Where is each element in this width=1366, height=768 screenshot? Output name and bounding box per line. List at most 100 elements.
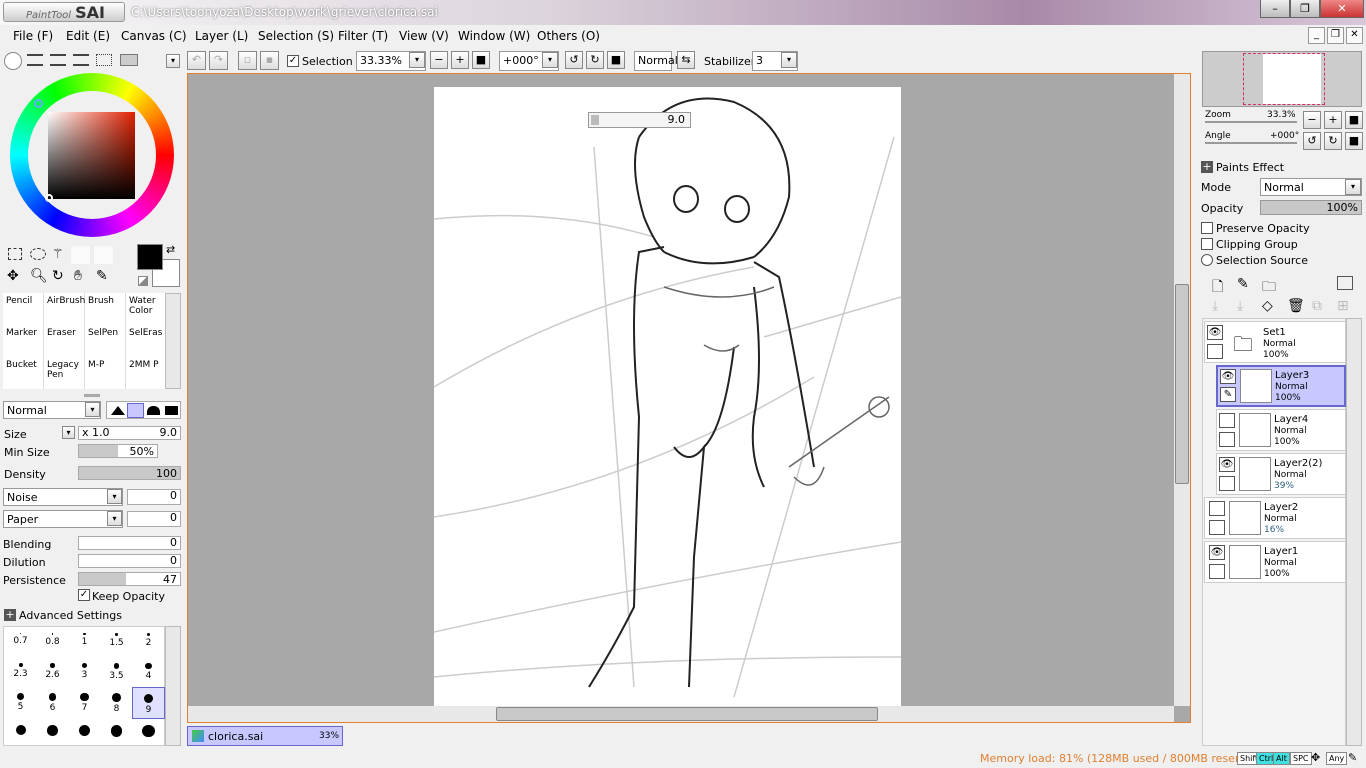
brush-size-cell[interactable] bbox=[132, 717, 165, 749]
brush-size-scrollbar[interactable] bbox=[165, 626, 181, 746]
flatten-icon[interactable]: ⊞ bbox=[1337, 298, 1349, 314]
menu-view[interactable]: View (V) bbox=[399, 29, 449, 43]
tool-seleras[interactable]: SelEras bbox=[126, 325, 166, 357]
menu-window[interactable]: Window (W) bbox=[458, 29, 530, 43]
layer-lock-toggle[interactable] bbox=[1209, 564, 1225, 579]
brush-size-cell[interactable] bbox=[4, 717, 37, 749]
vertical-scroll-thumb[interactable] bbox=[1175, 284, 1189, 484]
lasso-icon[interactable] bbox=[30, 248, 46, 260]
brush-size-cell[interactable]: 9 bbox=[132, 687, 165, 719]
chevron-down-icon[interactable]: ▾ bbox=[85, 402, 100, 417]
move-icon[interactable]: ✥ bbox=[7, 268, 19, 284]
layer-row-layer2-2[interactable]: 👁︎ Layer2(2) Normal 39% bbox=[1216, 453, 1346, 495]
color-wheel-icon[interactable] bbox=[4, 52, 22, 70]
tool-2mm-p[interactable]: 2MM P bbox=[126, 357, 166, 389]
brush-shape-flat-icon[interactable] bbox=[165, 406, 178, 415]
hsv-slider-icon[interactable] bbox=[50, 54, 66, 66]
rect-select-icon[interactable] bbox=[8, 248, 22, 260]
color-marker[interactable] bbox=[45, 194, 53, 202]
hand-icon[interactable]: ✋︎ bbox=[74, 268, 82, 284]
layer-row-layer4[interactable]: Layer4 Normal 100% bbox=[1216, 409, 1346, 451]
blending-slider[interactable]: 0 bbox=[78, 536, 181, 550]
menu-selection[interactable]: Selection (S) bbox=[258, 29, 334, 43]
brush-shape-medium-icon[interactable] bbox=[127, 403, 144, 418]
flip-horizontal-button[interactable]: ⇆ bbox=[677, 51, 695, 69]
paper-strength-field[interactable]: 0 bbox=[127, 511, 181, 527]
paper-texture-select[interactable]: Paper bbox=[3, 510, 123, 528]
color-mixer-icon[interactable] bbox=[120, 54, 138, 66]
swap-colors-icon[interactable]: ⇄ bbox=[166, 243, 175, 256]
new-linework-layer-icon[interactable]: ✎ bbox=[1237, 276, 1249, 292]
brush-size-cell[interactable] bbox=[68, 717, 101, 749]
nav-rotate-right-button[interactable]: ↻ bbox=[1324, 132, 1342, 150]
tool-legacy-pen[interactable]: Legacy Pen bbox=[44, 357, 84, 389]
brush-size-cell[interactable]: 3 bbox=[68, 657, 101, 689]
eye-icon[interactable]: 👁︎ bbox=[1220, 369, 1236, 384]
close-button[interactable]: ✕ bbox=[1320, 0, 1364, 18]
show-selection-checkbox[interactable]: ✓ bbox=[287, 55, 299, 67]
brush-size-cell[interactable]: 3.5 bbox=[100, 657, 133, 689]
layer-lock-toggle[interactable] bbox=[1219, 476, 1235, 491]
selection-source-radio[interactable] bbox=[1201, 254, 1213, 266]
tool-mp[interactable]: M-P bbox=[85, 357, 125, 389]
tool-watercolor[interactable]: Water Color bbox=[126, 293, 166, 325]
layer-lock-toggle[interactable] bbox=[1219, 432, 1235, 447]
brush-size-cell[interactable]: 2.6 bbox=[36, 657, 69, 689]
document-tab[interactable]: clorica.sai 33% bbox=[187, 726, 343, 746]
merge-down-icon[interactable]: ⤓ bbox=[1237, 298, 1243, 314]
tool-bucket[interactable]: Bucket bbox=[3, 357, 43, 389]
noise-texture-select[interactable]: Noise bbox=[3, 488, 123, 506]
chevron-down-icon[interactable]: ▾ bbox=[781, 52, 797, 68]
brush-size-cell[interactable]: 1 bbox=[68, 627, 101, 659]
brush-size-cell[interactable]: 7 bbox=[68, 687, 101, 719]
layer-list-scrollbar[interactable] bbox=[1346, 318, 1362, 746]
rotate-reset-button[interactable]: ■ bbox=[607, 51, 625, 69]
clipping-group-checkbox[interactable] bbox=[1201, 238, 1213, 250]
mdi-close-button[interactable]: ✕ bbox=[1346, 27, 1363, 44]
maximize-button[interactable]: ❐ bbox=[1290, 0, 1320, 18]
merge-visible-icon[interactable]: ⧉ bbox=[1312, 298, 1322, 314]
brush-size-cell[interactable]: 1.5 bbox=[100, 627, 133, 659]
zoom-reset-button[interactable]: ■ bbox=[472, 51, 490, 69]
transparent-color-icon[interactable] bbox=[138, 276, 148, 286]
vertical-scrollbar[interactable] bbox=[1174, 74, 1190, 706]
deselect-button[interactable]: ▫ bbox=[238, 51, 257, 70]
navigator-viewport-box[interactable] bbox=[1243, 53, 1325, 105]
chevron-down-icon[interactable]: ▾ bbox=[107, 511, 122, 526]
nav-zoom-slider[interactable] bbox=[1205, 121, 1297, 123]
transfer-down-icon[interactable]: ⤓ bbox=[1212, 298, 1218, 314]
scratchpad-icon[interactable] bbox=[96, 54, 112, 66]
invert-selection-button[interactable]: ▪ bbox=[260, 51, 279, 70]
persistence-slider[interactable]: 47 bbox=[78, 572, 181, 586]
brush-size-cell[interactable]: 0.7 bbox=[4, 627, 37, 659]
mdi-restore-button[interactable]: ❐ bbox=[1327, 27, 1344, 44]
panel-splitter[interactable] bbox=[84, 394, 100, 397]
nav-zoom-in-button[interactable]: + bbox=[1324, 111, 1342, 129]
layer-opacity-slider[interactable]: 100% bbox=[1260, 200, 1362, 215]
menu-filter[interactable]: Filter (T) bbox=[338, 29, 388, 43]
brush-shape-selector[interactable] bbox=[106, 401, 181, 419]
zoom-in-button[interactable]: + bbox=[451, 51, 469, 69]
brush-shape-sharp-icon[interactable] bbox=[111, 406, 125, 415]
swatch-icon[interactable] bbox=[73, 54, 89, 66]
menu-file[interactable]: File (F) bbox=[13, 29, 53, 43]
eye-icon[interactable]: 👁︎ bbox=[1209, 545, 1225, 560]
layer-mask-icon[interactable] bbox=[1337, 276, 1353, 290]
eye-icon[interactable]: 👁︎ bbox=[1207, 325, 1223, 340]
menu-edit[interactable]: Edit (E) bbox=[66, 29, 110, 43]
zoom-icon[interactable]: 🔍︎ bbox=[30, 268, 48, 284]
tool-brush[interactable]: Brush bbox=[85, 293, 125, 325]
noise-strength-field[interactable]: 0 bbox=[127, 489, 181, 505]
hue-marker[interactable] bbox=[34, 99, 43, 108]
tool-pencil[interactable]: Pencil bbox=[3, 293, 43, 325]
tool-grid-scrollbar[interactable] bbox=[165, 293, 181, 389]
menu-others[interactable]: Others (O) bbox=[537, 29, 600, 43]
paints-effect-label[interactable]: Paints Effect bbox=[1216, 161, 1284, 174]
brush-size-cell[interactable]: 8 bbox=[100, 687, 133, 719]
layer-lock-toggle[interactable] bbox=[1207, 344, 1223, 359]
mdi-minimize-button[interactable]: _ bbox=[1308, 27, 1325, 44]
hue-ring[interactable] bbox=[10, 73, 174, 237]
rotate-icon[interactable]: ↻ bbox=[52, 268, 64, 284]
layer-row-set1[interactable]: 👁︎ 🗀︎ Set1 Normal 100% bbox=[1204, 321, 1346, 363]
eyedropper-icon[interactable]: ✎ bbox=[96, 268, 108, 284]
